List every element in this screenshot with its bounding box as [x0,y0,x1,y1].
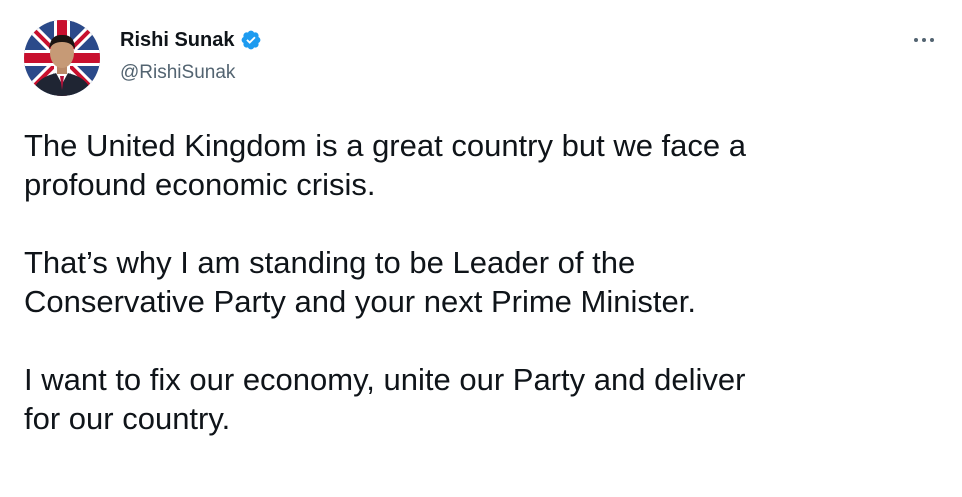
tweet-text: The United Kingdom is a great country bu… [24,126,934,438]
verified-badge-icon [242,30,261,50]
avatar-image [24,20,100,96]
author-display-name[interactable]: Rishi Sunak [120,28,234,52]
tweet-paragraph: That’s why I am standing to be Leader of… [24,245,696,319]
more-horizontal-icon [914,38,934,42]
author-handle[interactable]: @RishiSunak [120,61,235,85]
more-options-button[interactable] [910,26,938,54]
tweet-paragraph: The United Kingdom is a great country bu… [24,128,747,202]
author-name-row: Rishi Sunak [120,28,262,52]
avatar[interactable] [24,20,100,96]
tweet-card: Rishi Sunak @RishiSunak The United Kingd… [0,0,962,497]
tweet-paragraph: I want to fix our economy, unite our Par… [24,362,746,436]
